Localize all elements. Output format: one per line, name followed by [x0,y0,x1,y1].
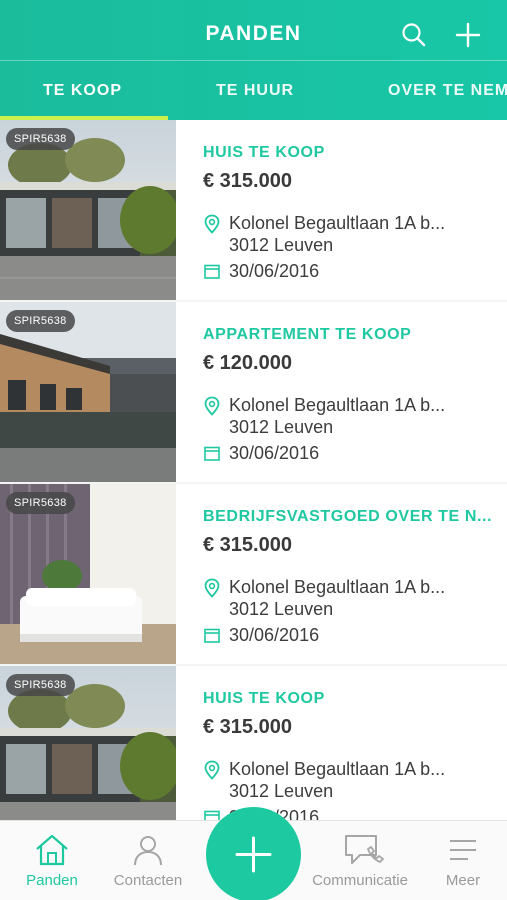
listing-card[interactable]: SPIR5638 HUIS TE KOOP € 315.000 Kolonel … [0,666,507,820]
location-pin-icon [204,214,220,234]
chat-phone-icon [345,835,384,864]
listing-list[interactable]: SPIR5638 HUIS TE KOOP € 315.000 Kolonel … [0,120,507,820]
plus-icon [235,836,272,873]
reference-badge: SPIR5638 [6,674,75,696]
listing-info: BEDRIJFSVASTGOED OVER TE N... € 315.000 … [203,484,503,664]
nav-label: Meer [445,872,481,889]
nav-label: Communicatie [312,872,408,889]
location-pin-icon [204,396,220,416]
listing-address: Kolonel Begaultlaan 1A b... 3012 Leuven [229,394,445,438]
add-icon[interactable] [453,20,483,50]
calendar-icon [204,810,220,820]
app-header: PANDEN TE KOOP TE HUUR OVER TE NEME [0,0,507,120]
nav-meer[interactable]: Meer [430,821,496,900]
address-line-2: 3012 Leuven [229,781,334,801]
tab-bar: TE KOOP TE HUUR OVER TE NEME [0,61,507,120]
location-pin-icon [204,760,220,780]
listing-card[interactable]: SPIR5638 BEDRIJFSVASTGOED OVER TE N... €… [0,484,507,664]
reference-badge: SPIR5638 [6,492,75,514]
listing-price: € 315.000 [203,716,292,738]
listing-type: BEDRIJFSVASTGOED OVER TE N... [203,508,493,525]
house-icon [36,834,68,866]
location-pin-icon [204,578,220,598]
tab-te-huur[interactable]: TE HUUR [170,61,340,120]
tab-te-koop[interactable]: TE KOOP [0,61,165,120]
search-icon[interactable] [399,20,429,50]
address-line-1: Kolonel Begaultlaan 1A b... [229,577,446,597]
nav-communicatie[interactable]: Communicatie [300,821,420,900]
nav-contacten[interactable]: Contacten [104,821,192,900]
listing-address: Kolonel Begaultlaan 1A b... 3012 Leuven [229,212,445,256]
listing-address: Kolonel Begaultlaan 1A b... 3012 Leuven [229,576,445,620]
nav-panden[interactable]: Panden [12,821,92,900]
address-line-2: 3012 Leuven [229,417,334,437]
property-photo: SPIR5638 [0,120,176,300]
listing-price: € 315.000 [203,534,292,556]
calendar-icon [204,264,220,279]
listing-info: APPARTEMENT TE KOOP € 120.000 Kolonel Be… [203,302,503,482]
calendar-icon [204,446,220,461]
listing-info: HUIS TE KOOP € 315.000 Kolonel Begaultla… [203,120,503,300]
listing-info: HUIS TE KOOP € 315.000 Kolonel Begaultla… [203,666,503,820]
address-line-2: 3012 Leuven [229,599,334,619]
reference-badge: SPIR5638 [6,310,75,332]
listing-type: HUIS TE KOOP [203,690,325,707]
address-line-2: 3012 Leuven [229,235,334,255]
person-icon [134,836,162,866]
listing-type: APPARTEMENT TE KOOP [203,326,412,343]
tab-over-te-nemen[interactable]: OVER TE NEME [388,61,507,120]
listing-address: Kolonel Begaultlaan 1A b... 3012 Leuven [229,758,445,802]
property-photo: SPIR5638 [0,666,176,820]
listing-date: 30/06/2016 [229,261,320,281]
property-photo: SPIR5638 [0,484,176,664]
listing-card[interactable]: SPIR5638 HUIS TE KOOP € 315.000 Kolonel … [0,120,507,300]
listing-date: 30/06/2016 [229,443,320,463]
listing-price: € 120.000 [203,352,292,374]
page-title: PANDEN [205,22,302,45]
listing-card[interactable]: SPIR5638 APPARTEMENT TE KOOP € 120.000 K… [0,302,507,482]
property-photo: SPIR5638 [0,302,176,482]
listing-type: HUIS TE KOOP [203,144,325,161]
address-line-1: Kolonel Begaultlaan 1A b... [229,395,446,415]
add-fab-button[interactable] [206,807,301,900]
address-line-1: Kolonel Begaultlaan 1A b... [229,213,446,233]
calendar-icon [204,628,220,643]
address-line-1: Kolonel Begaultlaan 1A b... [229,759,446,779]
listing-date: 30/06/2016 [229,625,320,645]
reference-badge: SPIR5638 [6,128,75,150]
listing-price: € 315.000 [203,170,292,192]
nav-label: Contacten [113,872,183,889]
menu-lines-icon [450,840,476,860]
nav-label: Panden [26,872,78,889]
